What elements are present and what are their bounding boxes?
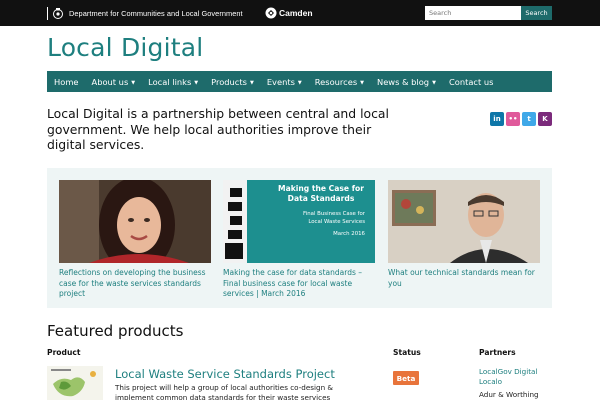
caret-down-icon: ▼: [249, 79, 254, 86]
slide-subtitle: Final Business Case for Local Waste Serv…: [303, 211, 365, 225]
nav-item-about-us[interactable]: About us ▼: [92, 77, 136, 87]
nav-item-contact-us[interactable]: Contact us: [449, 77, 494, 87]
caret-down-icon: ▼: [194, 79, 199, 86]
caret-down-icon: ▼: [131, 79, 136, 86]
nav-item-label: News & blog: [377, 76, 430, 87]
social-links: in •• t K: [490, 112, 552, 126]
nav-item-label: About us: [91, 76, 129, 87]
nav-item-resources[interactable]: Resources ▼: [315, 77, 364, 87]
column-header-product: Product: [47, 348, 81, 357]
nav-item-label: Contact us: [448, 76, 494, 87]
royal-crest-icon: [53, 7, 63, 19]
caret-down-icon: ▼: [360, 79, 364, 86]
nav-item-label: Products: [211, 76, 247, 87]
nav-item-products[interactable]: Products ▼: [211, 77, 254, 87]
camden-mark-icon: [265, 7, 277, 19]
nav-item-label: Home: [54, 76, 79, 87]
carousel-image-slide[interactable]: Making the Case for Data Standards Final…: [223, 180, 375, 263]
camden-logo[interactable]: Camden: [265, 7, 313, 19]
nav-item-label: Local links: [148, 76, 192, 87]
product-title[interactable]: Local Waste Service Standards Project: [115, 367, 335, 381]
nav-item-news-blog[interactable]: News & blog ▼: [377, 77, 436, 87]
carousel-image-man[interactable]: [388, 180, 540, 263]
map-thumbnail-icon: [47, 366, 103, 400]
gov-logo-rule: [47, 6, 48, 20]
product-description: This project will help a group of local …: [115, 383, 334, 400]
column-header-status: Status: [393, 348, 421, 357]
carousel-card[interactable]: Making the Case for Data Standards Final…: [223, 180, 375, 300]
status-badge: Beta: [393, 371, 419, 385]
main-nav: Home About us ▼ Local links ▼ Products ▼ Events…: [47, 71, 552, 92]
partner-link[interactable]: LocalGov Digital: [479, 367, 537, 376]
site-title[interactable]: Local Digital: [47, 33, 203, 62]
twitter-icon[interactable]: t: [522, 112, 536, 126]
search-input[interactable]: [425, 6, 521, 20]
flickr-icon[interactable]: ••: [506, 112, 520, 126]
product-thumbnail[interactable]: [47, 366, 103, 400]
featured-heading: Featured products: [47, 322, 184, 340]
nav-item-home[interactable]: Home: [54, 77, 79, 87]
carousel-caption[interactable]: Making the case for data standards – Fin…: [223, 268, 375, 300]
man-portrait-icon: [388, 180, 540, 263]
camden-label: Camden: [279, 8, 313, 18]
featured-carousel: Reflections on developing the business c…: [47, 168, 552, 308]
top-bar: Department for Communities and Local Gov…: [0, 0, 600, 26]
carousel-image-woman[interactable]: [59, 180, 211, 263]
caret-down-icon: ▼: [297, 79, 302, 86]
k-icon[interactable]: K: [538, 112, 552, 126]
nav-item-events[interactable]: Events ▼: [267, 77, 302, 87]
search-button[interactable]: Search: [521, 6, 552, 20]
intro-text: Local Digital is a partnership between c…: [47, 106, 389, 152]
nav-item-label: Resources: [314, 76, 358, 87]
carousel-caption[interactable]: What our technical standards mean for yo…: [388, 268, 540, 289]
woman-portrait-icon: [59, 180, 211, 263]
caret-down-icon: ▼: [432, 79, 436, 86]
nav-item-local-links[interactable]: Local links ▼: [148, 77, 198, 87]
linkedin-icon[interactable]: in: [490, 112, 504, 126]
gov-logo[interactable]: Department for Communities and Local Gov…: [47, 6, 243, 20]
column-header-partners: Partners: [479, 348, 516, 357]
partner-link[interactable]: Localo: [479, 377, 502, 386]
gov-name: Department for Communities and Local Gov…: [69, 8, 243, 18]
nav-item-label: Events: [266, 76, 295, 87]
partner-name: Adur & Worthing: [479, 390, 539, 399]
slide-date: March 2016: [333, 231, 365, 237]
slide-title: Making the Case for Data Standards: [278, 184, 364, 203]
carousel-caption[interactable]: Reflections on developing the business c…: [59, 268, 211, 300]
carousel-card[interactable]: Reflections on developing the business c…: [59, 180, 211, 300]
carousel-card[interactable]: What our technical standards mean for yo…: [388, 180, 540, 289]
